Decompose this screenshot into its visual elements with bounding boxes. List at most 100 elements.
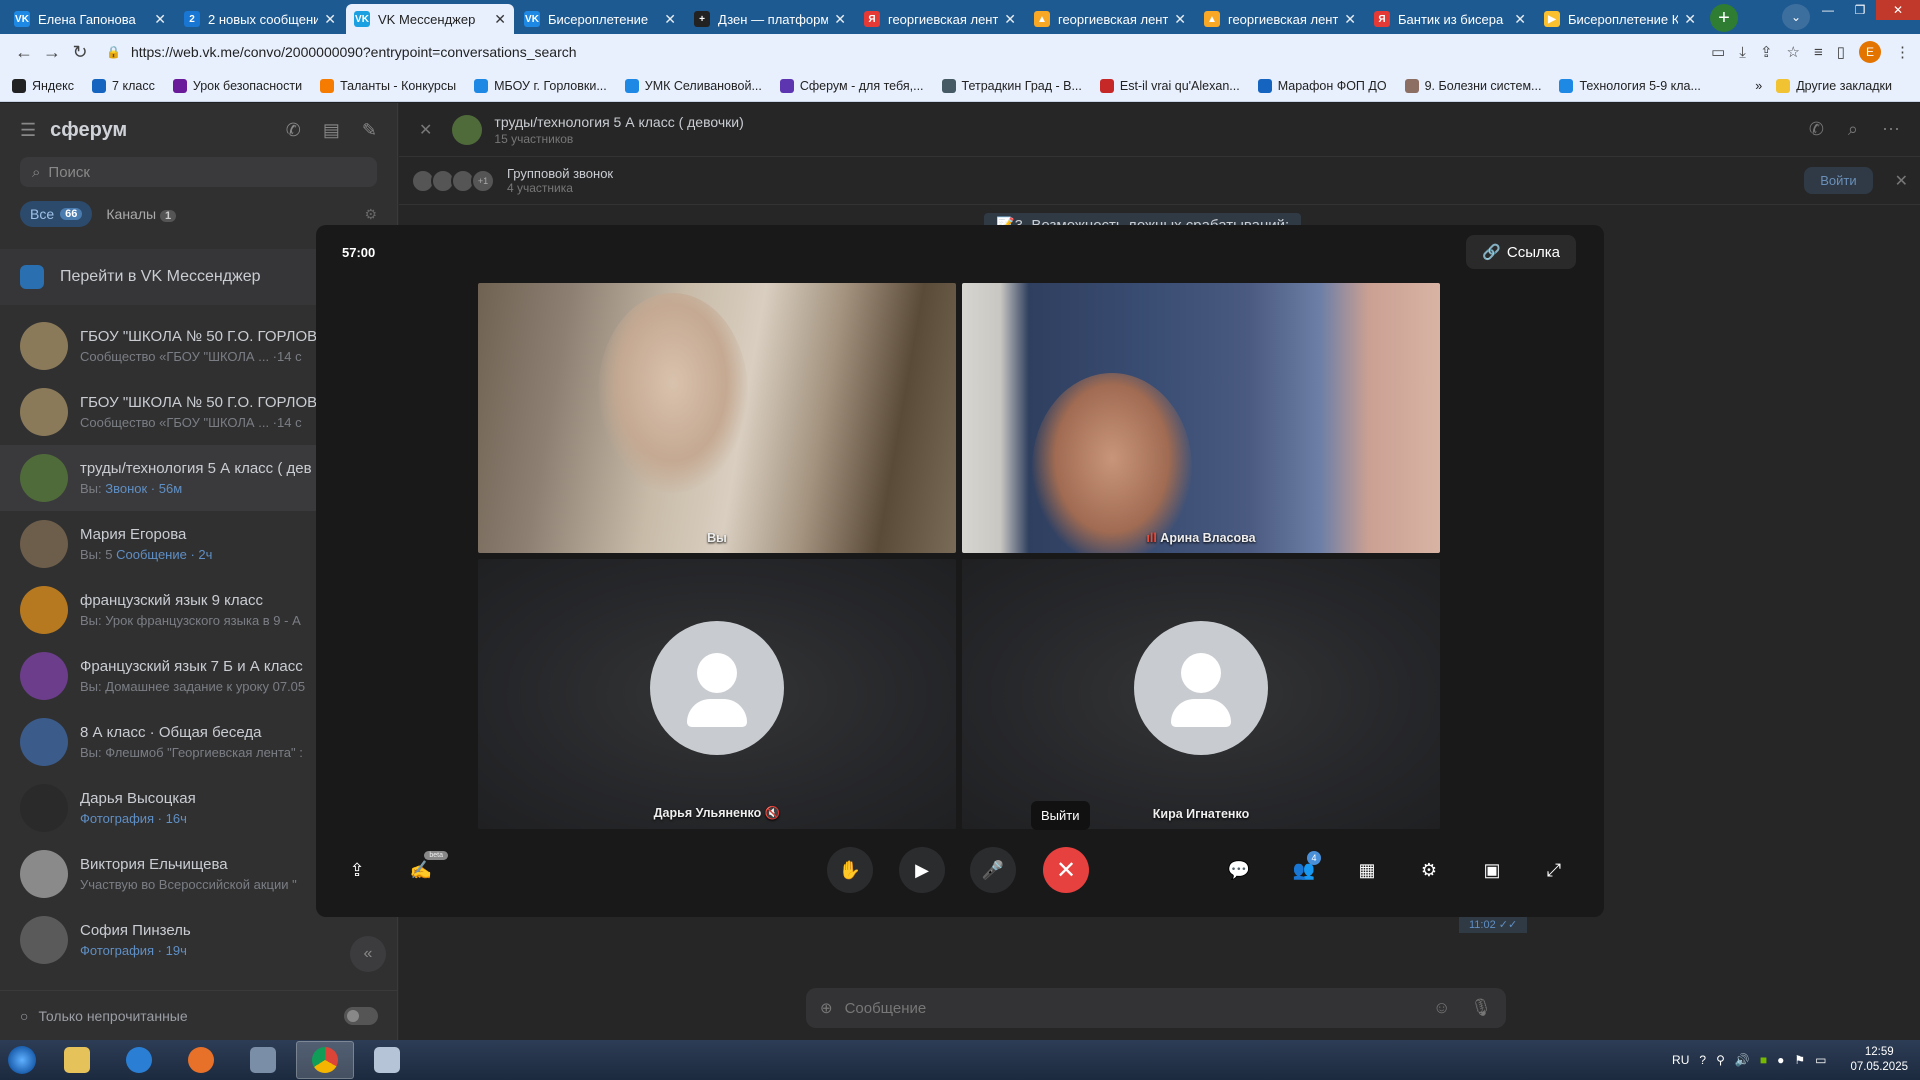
participant-tile-kira[interactable]: Кира Игнатенко xyxy=(962,559,1440,829)
filter-settings-icon[interactable]: ⚙ xyxy=(364,206,377,223)
settings-icon[interactable]: ⚙ xyxy=(1406,847,1452,893)
close-tab-icon[interactable]: ✕ xyxy=(154,11,166,28)
microphone-icon[interactable]: 🎤 xyxy=(970,847,1016,893)
bookmark-item[interactable]: Урок безопасности xyxy=(172,78,302,93)
participant-tile-you[interactable]: Вы xyxy=(478,283,956,553)
unread-only-toggle[interactable] xyxy=(344,1006,378,1025)
bookmark-item[interactable]: 9. Болезни систем... xyxy=(1404,78,1541,93)
close-tab-icon[interactable]: ✕ xyxy=(834,11,846,28)
maximize-icon[interactable]: ❐ xyxy=(1844,0,1876,20)
clock[interactable]: 12:59 07.05.2025 xyxy=(1850,1045,1908,1075)
close-tab-icon[interactable]: ✕ xyxy=(1344,11,1356,28)
fullscreen-icon[interactable]: ⤢ xyxy=(1531,847,1577,893)
close-window-icon[interactable]: ✕ xyxy=(1876,0,1920,20)
forward-icon[interactable]: → xyxy=(38,42,66,63)
browser-tab[interactable]: ▲ георгиевская лента ✕ xyxy=(1196,4,1364,34)
taskbar-ie[interactable] xyxy=(110,1041,168,1079)
taskbar-chrome[interactable] xyxy=(296,1041,354,1079)
share-icon[interactable]: ⇪ xyxy=(1760,43,1773,61)
install-icon[interactable]: ⤓ xyxy=(1739,44,1746,61)
close-chat-icon[interactable]: ✕ xyxy=(419,120,432,140)
site-info-icon[interactable]: 🔒 xyxy=(106,45,121,59)
cast-icon[interactable]: ▭ xyxy=(1711,43,1725,61)
menu-icon[interactable]: ☰ xyxy=(20,120,36,141)
chrome-tray-icon[interactable]: ● xyxy=(1777,1053,1784,1067)
taskbar-firefox[interactable] xyxy=(172,1041,230,1079)
close-tab-icon[interactable]: ✕ xyxy=(1174,11,1186,28)
bookmark-item[interactable]: Тетрадкин Град - В... xyxy=(941,78,1082,93)
browser-tab[interactable]: Ягеоргиевская лента ✕ xyxy=(856,4,1024,34)
bookmark-item[interactable]: Сферум - для тебя,... xyxy=(779,78,924,93)
tab-search-icon[interactable]: ⌄ xyxy=(1782,4,1810,30)
search-input[interactable]: ⌕ Поиск xyxy=(20,157,377,187)
search-icon[interactable]: ⌕ xyxy=(1848,119,1858,140)
picture-in-picture-icon[interactable]: ▣ xyxy=(1469,847,1515,893)
browser-tab[interactable]: Я Бантик из бисера ✕ xyxy=(1366,4,1534,34)
close-tab-icon[interactable]: ✕ xyxy=(324,11,336,28)
new-tab-button[interactable]: + xyxy=(1710,4,1738,32)
call-icon[interactable]: ✆ xyxy=(286,120,301,141)
camera-icon[interactable]: ▶ xyxy=(899,847,945,893)
effects-icon[interactable]: ✍ beta xyxy=(398,847,448,893)
attach-icon[interactable]: ⊕ xyxy=(820,999,833,1017)
taskbar-explorer[interactable] xyxy=(48,1041,106,1079)
help-icon[interactable]: ? xyxy=(1699,1053,1706,1067)
close-tab-icon[interactable]: ✕ xyxy=(664,11,676,28)
bookmark-star-icon[interactable]: ☆ xyxy=(1787,43,1800,61)
menu-kebab-icon[interactable]: ⋮ xyxy=(1895,43,1910,61)
flag-icon[interactable]: ⚑ xyxy=(1794,1053,1805,1067)
collapse-sidebar-icon[interactable]: « xyxy=(350,936,386,972)
archive-icon[interactable]: ▤ xyxy=(323,120,340,141)
message-composer[interactable]: ⊕ Сообщение ☺ 🎙 xyxy=(806,988,1506,1028)
filter-all[interactable]: Все 66 xyxy=(20,201,93,227)
browser-tab[interactable]: + Дзен — платформа ✕ xyxy=(686,4,854,34)
bookmark-item[interactable]: Технология 5-9 кла... xyxy=(1559,78,1701,93)
minimize-icon[interactable]: — xyxy=(1812,0,1844,20)
bookmark-item[interactable]: УМК Селивановой... xyxy=(624,78,762,93)
participant-tile-darya[interactable]: Дарья Ульяненко 🔇 xyxy=(478,559,956,829)
close-tab-icon[interactable]: ✕ xyxy=(1514,11,1526,28)
bookmark-item[interactable]: Марафон ФОП ДО xyxy=(1257,78,1387,93)
copy-link-button[interactable]: 🔗 Ссылка xyxy=(1466,235,1576,269)
bookmark-item[interactable]: Яндекс xyxy=(12,78,74,93)
compose-icon[interactable]: ✎ xyxy=(362,120,377,141)
browser-tab[interactable]: VK Елена Гапонова ✕ xyxy=(6,4,174,34)
close-tab-icon[interactable]: ✕ xyxy=(494,11,506,28)
microphone-icon[interactable]: 🎙 xyxy=(1470,998,1492,1018)
language-indicator[interactable]: RU xyxy=(1672,1053,1689,1067)
bookmark-item[interactable]: МБОУ г. Горловки... xyxy=(474,78,607,93)
chat-icon[interactable]: 💬 xyxy=(1216,847,1262,893)
participant-tile-arina[interactable]: ıll Арина Власова xyxy=(962,283,1440,553)
network-icon[interactable]: ⚲ xyxy=(1716,1053,1725,1067)
battery-icon[interactable]: ▭ xyxy=(1815,1053,1826,1067)
browser-tab[interactable]: ▲ георгиевская лента ✕ xyxy=(1026,4,1194,34)
bookmark-item[interactable]: Таланты - Конкурсы xyxy=(320,78,456,93)
raise-hand-icon[interactable]: ✋ xyxy=(827,847,873,893)
reload-icon[interactable]: ↻ xyxy=(66,42,94,63)
end-call-button[interactable]: ✕ xyxy=(1043,847,1089,893)
layout-grid-icon[interactable]: ▦ xyxy=(1344,847,1390,893)
reading-list-icon[interactable]: ≡ xyxy=(1814,44,1823,61)
other-bookmarks[interactable]: Другие закладки xyxy=(1776,78,1892,93)
back-icon[interactable]: ← xyxy=(10,42,38,63)
chat-title[interactable]: труды/технология 5 А класс ( девочки) xyxy=(494,114,743,130)
close-tab-icon[interactable]: ✕ xyxy=(1684,11,1696,28)
browser-tab[interactable]: ▶ Бисероплетение К ✕ xyxy=(1536,4,1704,34)
share-screen-icon[interactable]: ⇪ xyxy=(334,847,380,893)
emoji-icon[interactable]: ☺ xyxy=(1433,998,1450,1018)
more-bookmarks-icon[interactable]: » xyxy=(1755,79,1762,93)
join-call-button[interactable]: Войти xyxy=(1804,167,1873,194)
profile-avatar[interactable]: Е xyxy=(1859,41,1881,63)
close-callbar-icon[interactable]: ✕ xyxy=(1895,171,1908,191)
taskbar-media[interactable] xyxy=(234,1041,292,1079)
side-panel-icon[interactable]: ▯ xyxy=(1837,43,1845,61)
bookmark-item[interactable]: 7 класс xyxy=(92,78,155,93)
volume-icon[interactable]: 🔊 xyxy=(1735,1053,1750,1067)
more-icon[interactable]: ⋯ xyxy=(1882,119,1900,140)
browser-tab[interactable]: 2 2 новых сообщения ✕ xyxy=(176,4,344,34)
call-icon[interactable]: ✆ xyxy=(1809,119,1824,140)
participants-icon[interactable]: 👥 4 xyxy=(1281,847,1327,893)
nvidia-icon[interactable]: ■ xyxy=(1760,1053,1767,1067)
bookmark-item[interactable]: Est-il vrai qu'Alexan... xyxy=(1099,78,1240,93)
browser-tab[interactable]: VK VK Мессенджер ✕ xyxy=(346,4,514,34)
